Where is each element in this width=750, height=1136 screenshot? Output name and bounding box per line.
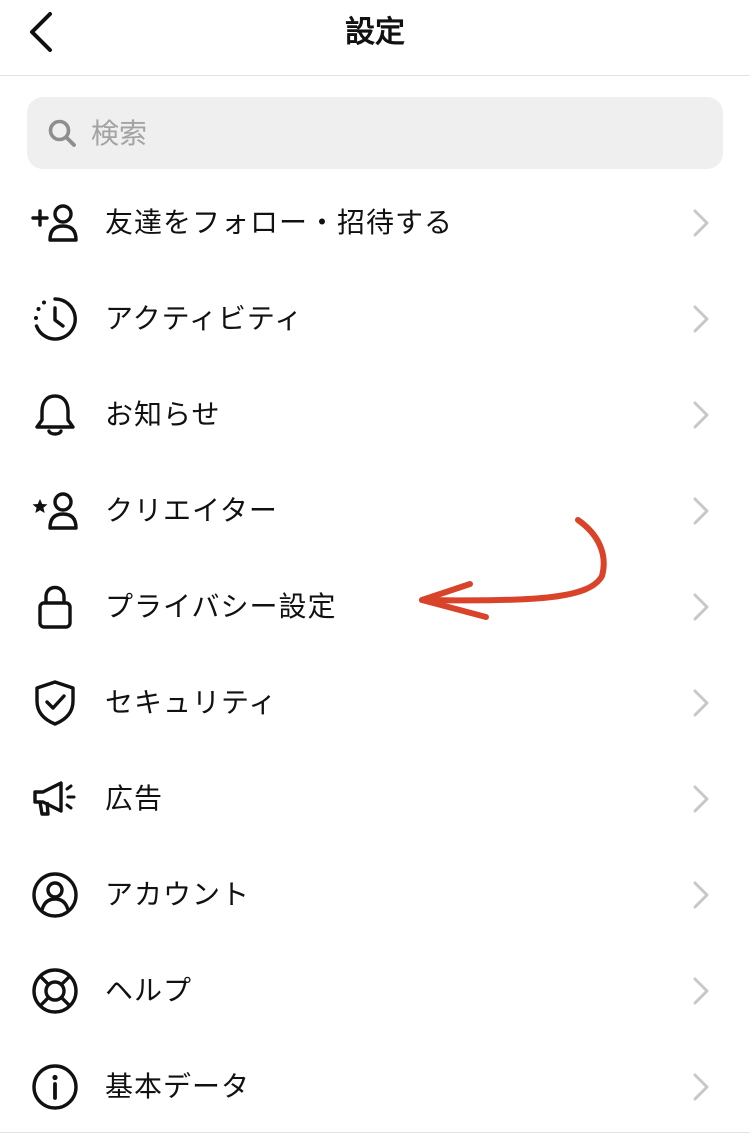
menu-item-creator[interactable]: クリエイター bbox=[0, 463, 750, 559]
chevron-right-icon bbox=[690, 207, 712, 239]
account-circle-icon bbox=[30, 870, 80, 920]
search-input[interactable] bbox=[91, 108, 691, 158]
menu-item-label: アクティビティ bbox=[105, 302, 304, 335]
menu-item-privacy[interactable]: プライバシー設定 bbox=[0, 559, 750, 655]
chevron-right-icon bbox=[690, 303, 712, 335]
menu-item-label: クリエイター bbox=[105, 494, 278, 527]
creator-star-person-icon bbox=[30, 486, 80, 536]
shield-check-icon bbox=[30, 678, 80, 728]
menu-item-activity[interactable]: アクティビティ bbox=[0, 271, 750, 367]
header: 設定 bbox=[0, 0, 750, 76]
chevron-right-icon bbox=[690, 975, 712, 1007]
lock-icon bbox=[30, 582, 80, 632]
settings-menu: 友達をフォロー・招待する アクティビティ お知らせ クリエイター プライバシー設… bbox=[0, 175, 750, 1135]
menu-item-label: ヘルプ bbox=[105, 974, 193, 1007]
chevron-right-icon bbox=[690, 591, 712, 623]
megaphone-icon bbox=[30, 774, 80, 824]
menu-item-label: お知らせ bbox=[105, 398, 221, 431]
divider bbox=[0, 1132, 750, 1133]
bell-icon bbox=[30, 390, 80, 440]
menu-item-label: プライバシー設定 bbox=[105, 590, 337, 623]
chevron-right-icon bbox=[690, 495, 712, 527]
lifebuoy-icon bbox=[30, 966, 80, 1016]
chevron-right-icon bbox=[690, 687, 712, 719]
menu-item-label: 広告 bbox=[105, 782, 164, 815]
add-person-icon bbox=[30, 198, 80, 248]
chevron-right-icon bbox=[690, 879, 712, 911]
menu-item-label: アカウント bbox=[105, 878, 251, 911]
menu-item-ads[interactable]: 広告 bbox=[0, 751, 750, 847]
menu-item-follow-invite[interactable]: 友達をフォロー・招待する bbox=[0, 175, 750, 271]
search-icon bbox=[45, 116, 79, 150]
chevron-right-icon bbox=[690, 399, 712, 431]
menu-item-label: セキュリティ bbox=[105, 686, 278, 719]
menu-item-basic-data[interactable]: 基本データ bbox=[0, 1039, 750, 1135]
chevron-right-icon bbox=[690, 1071, 712, 1103]
page-title: 設定 bbox=[345, 15, 405, 50]
menu-item-label: 友達をフォロー・招待する bbox=[105, 206, 454, 239]
menu-item-help[interactable]: ヘルプ bbox=[0, 943, 750, 1039]
activity-clock-icon bbox=[30, 294, 80, 344]
menu-item-security[interactable]: セキュリティ bbox=[0, 655, 750, 751]
menu-item-label: 基本データ bbox=[105, 1070, 251, 1103]
menu-item-account[interactable]: アカウント bbox=[0, 847, 750, 943]
menu-item-notifications[interactable]: お知らせ bbox=[0, 367, 750, 463]
info-icon bbox=[30, 1062, 80, 1112]
search-bar[interactable] bbox=[27, 97, 723, 169]
chevron-right-icon bbox=[690, 783, 712, 815]
